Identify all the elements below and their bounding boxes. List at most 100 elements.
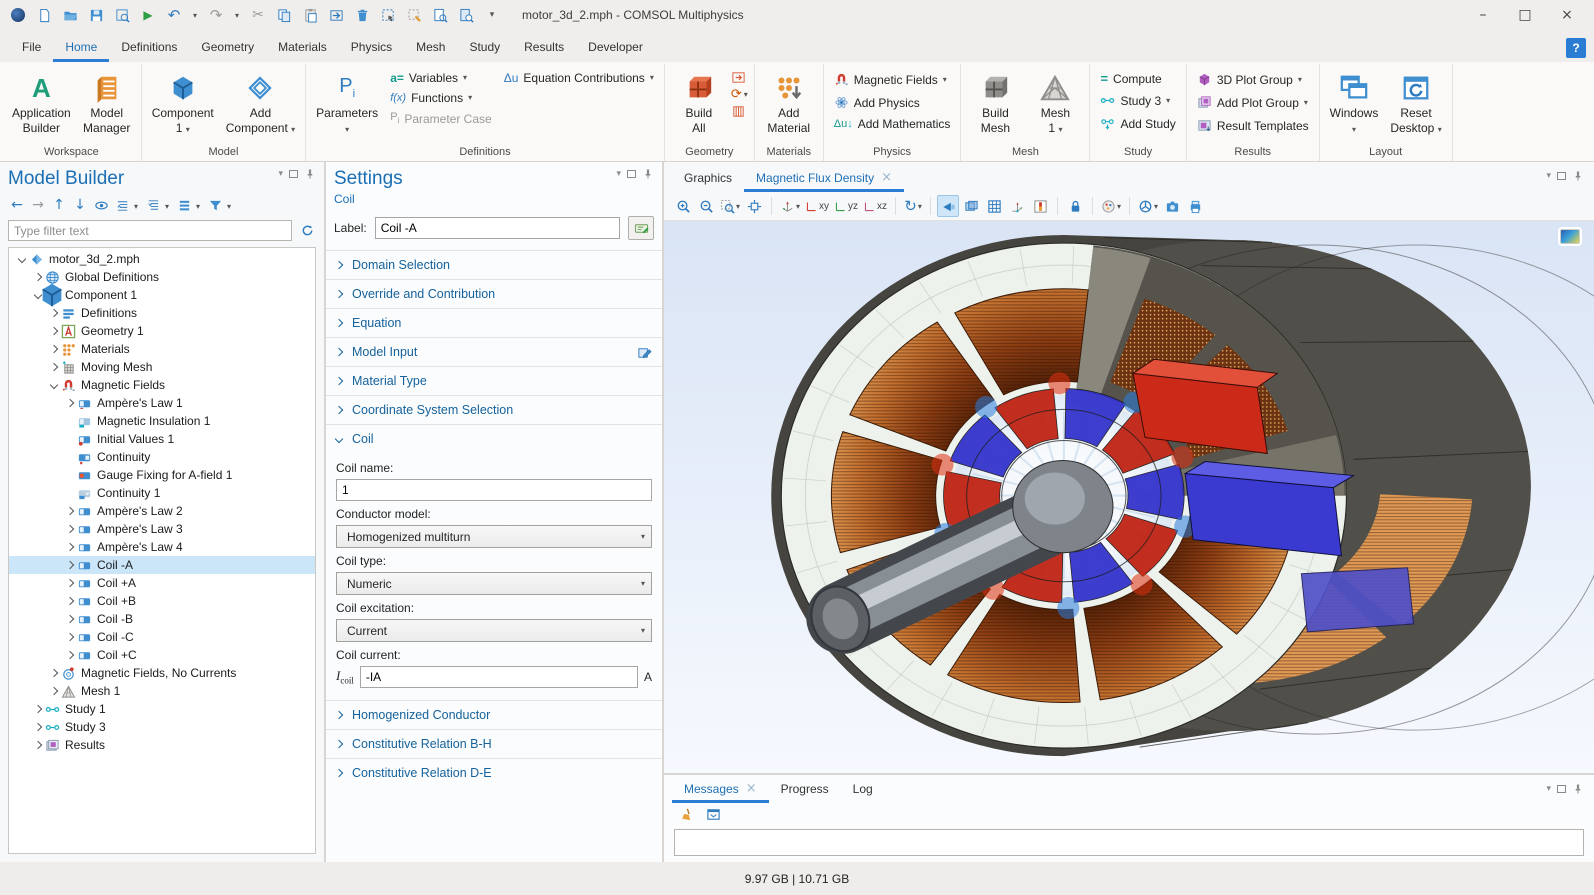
show-button[interactable] <box>92 196 110 214</box>
virtual-operations-button[interactable] <box>731 104 748 119</box>
model-manager-button[interactable]: ModelManager <box>79 68 135 138</box>
move-down-button[interactable]: ↓ <box>71 196 89 214</box>
scene-light-button[interactable] <box>937 195 959 217</box>
expander-icon[interactable] <box>31 724 44 730</box>
tree-item-motor-3d-2-mph[interactable]: motor_3d_2.mph <box>9 250 315 268</box>
tree-item-magnetic-fields[interactable]: Magnetic Fields <box>9 376 315 394</box>
back-button[interactable]: ← <box>8 196 26 214</box>
expander-icon[interactable] <box>63 634 76 640</box>
magnetic-fields-button[interactable]: Magnetic Fields▾ <box>830 68 955 91</box>
expand-all-button[interactable] <box>144 196 162 214</box>
expander-icon[interactable] <box>47 328 60 334</box>
reset-desktop-button[interactable]: ResetDesktop ▾ <box>1386 68 1445 138</box>
undo-icon[interactable]: ↶ <box>162 4 186 26</box>
graphics-tab-graphics[interactable]: Graphics <box>672 164 744 192</box>
qat-menu-icon[interactable]: ▾ <box>480 4 504 26</box>
expander-icon[interactable] <box>63 400 76 406</box>
build-mesh-button[interactable]: BuildMesh <box>967 68 1023 138</box>
tree-item-amp-re-s-law-2[interactable]: Ampère's Law 2 <box>9 502 315 520</box>
tree-item-mesh-1[interactable]: Mesh 1 <box>9 682 315 700</box>
panel-menu-icon[interactable]: ▾ <box>1546 785 1551 794</box>
pin-icon[interactable] <box>1572 783 1584 795</box>
insert-sequence-button[interactable] <box>731 70 748 85</box>
tree-item-amp-re-s-law-3[interactable]: Ampère's Law 3 <box>9 520 315 538</box>
close-button[interactable]: × <box>1546 1 1588 29</box>
preview-icon[interactable] <box>454 4 478 26</box>
ribbon-tab-physics[interactable]: Physics <box>339 34 404 62</box>
zoom-box-button[interactable]: ▾ <box>718 195 742 217</box>
tree-item-amp-re-s-law-4[interactable]: Ampère's Law 4 <box>9 538 315 556</box>
pin-icon[interactable] <box>304 168 316 180</box>
zoom-extents-button[interactable] <box>743 195 765 217</box>
save-search-icon[interactable] <box>110 4 134 26</box>
section-domain-selection[interactable]: Domain Selection <box>326 251 662 279</box>
float-icon[interactable] <box>1557 172 1566 180</box>
pin-icon[interactable] <box>1572 170 1584 182</box>
refresh-icon[interactable] <box>298 222 316 240</box>
expander-icon[interactable] <box>63 652 76 658</box>
section-homogenized-conductor[interactable]: Homogenized Conductor <box>326 701 662 729</box>
clear-messages-button[interactable] <box>674 804 696 826</box>
ribbon-tab-study[interactable]: Study <box>457 34 512 62</box>
expander-icon[interactable] <box>63 580 76 586</box>
new-file-icon[interactable] <box>32 4 56 26</box>
open-file-icon[interactable] <box>58 4 82 26</box>
ribbon-tab-results[interactable]: Results <box>512 34 576 62</box>
float-icon[interactable] <box>627 170 636 178</box>
clear-selection-icon[interactable] <box>402 4 426 26</box>
result-templates-button[interactable]: Result Templates <box>1193 114 1313 137</box>
copy-icon[interactable] <box>272 4 296 26</box>
ribbon-tab-developer[interactable]: Developer <box>576 34 655 62</box>
functions-button[interactable]: f(x)Functions▾ <box>386 88 496 108</box>
transparency-button[interactable] <box>960 195 982 217</box>
tree-filter-input[interactable] <box>8 220 292 241</box>
forward-button[interactable]: → <box>29 196 47 214</box>
tree-item-results[interactable]: Results <box>9 736 315 754</box>
windows-button[interactable]: Windows▾ <box>1326 68 1383 138</box>
variables-button[interactable]: a=Variables▾ <box>386 68 496 88</box>
paste-icon[interactable] <box>298 4 322 26</box>
tree-item-coil-b[interactable]: Coil -B <box>9 610 315 628</box>
pin-icon[interactable] <box>642 168 654 180</box>
tree-item-continuity[interactable]: Continuity <box>9 448 315 466</box>
add-mathematics-button[interactable]: Δu↓Add Mathematics <box>830 114 955 134</box>
environment-button[interactable]: ▾ <box>1099 195 1123 217</box>
add-physics-button[interactable]: Add Physics <box>830 91 955 114</box>
messages-tab-progress[interactable]: Progress <box>769 775 841 803</box>
tree-item-initial-values-1[interactable]: Initial Values 1 <box>9 430 315 448</box>
coil-current-input[interactable] <box>360 666 638 688</box>
view-xz-button[interactable]: xz <box>861 195 889 217</box>
expander-icon[interactable] <box>31 742 44 748</box>
panel-menu-icon[interactable]: ▾ <box>278 170 283 179</box>
rename-icon[interactable] <box>628 216 654 240</box>
edit-model-input-icon[interactable] <box>637 345 652 360</box>
delete-icon[interactable] <box>350 4 374 26</box>
go-to-view-button[interactable]: ▾ <box>778 195 802 217</box>
lock-button[interactable] <box>1064 195 1086 217</box>
collapse-all-button[interactable] <box>113 196 131 214</box>
coil-type-select[interactable]: Numeric▾ <box>336 572 652 595</box>
messages-tab-log[interactable]: Log <box>841 775 885 803</box>
maximize-button[interactable]: □ <box>1504 1 1546 29</box>
filter-button[interactable] <box>206 196 224 214</box>
expander-icon[interactable] <box>47 364 60 370</box>
print-button[interactable] <box>1184 195 1206 217</box>
study-3-button[interactable]: Study 3▾ <box>1096 89 1179 112</box>
ribbon-tab-home[interactable]: Home <box>53 34 109 62</box>
expander-icon[interactable] <box>63 508 76 514</box>
color-legend-button[interactable] <box>1029 195 1051 217</box>
expander-icon[interactable] <box>47 346 60 352</box>
add-component-button[interactable]: AddComponent ▾ <box>222 68 299 138</box>
messages-output[interactable] <box>674 829 1584 856</box>
find-icon[interactable] <box>428 4 452 26</box>
tree-item-magnetic-insulation-1[interactable]: Magnetic Insulation 1 <box>9 412 315 430</box>
duplicate-icon[interactable] <box>324 4 348 26</box>
help-icon[interactable]: ? <box>1566 38 1586 58</box>
section-material-type[interactable]: Material Type <box>326 367 662 395</box>
parameters-button[interactable]: PiParameters▾ <box>312 68 382 138</box>
tree-item-coil-a[interactable]: Coil -A <box>9 556 315 574</box>
tree-item-geometry-1[interactable]: Geometry 1 <box>9 322 315 340</box>
rotate-button[interactable]: ↻▾ <box>902 195 924 217</box>
coil-name-input[interactable] <box>336 479 652 501</box>
expander-icon[interactable] <box>63 544 76 550</box>
